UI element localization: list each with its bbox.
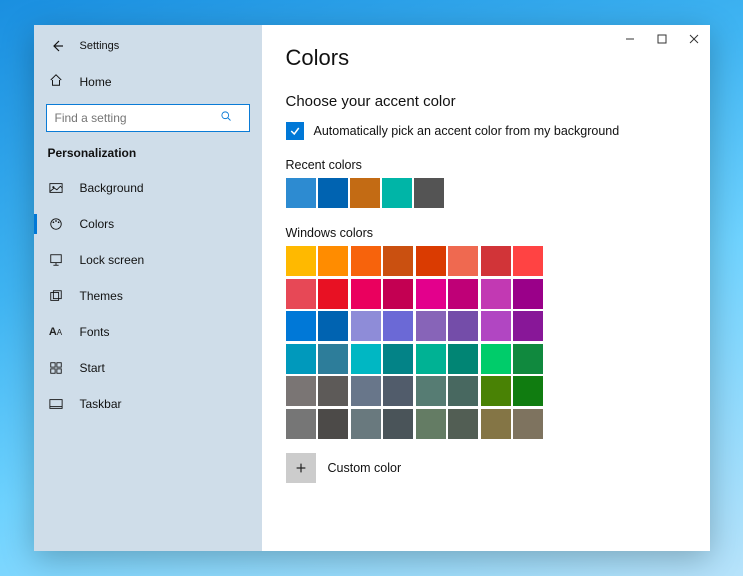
sidebar-item-label: Themes [80, 289, 123, 303]
lock-screen-icon [48, 252, 64, 268]
main-panel: Colors Choose your accent color Automati… [262, 25, 710, 551]
color-swatch[interactable] [448, 376, 478, 406]
color-swatch[interactable] [513, 344, 543, 374]
picture-icon [48, 180, 64, 196]
sidebar-item-start[interactable]: Start [34, 350, 262, 386]
color-swatch[interactable] [448, 246, 478, 276]
sidebar-item-label: Colors [80, 217, 115, 231]
start-icon [48, 360, 64, 376]
color-swatch[interactable] [351, 246, 381, 276]
color-swatch[interactable] [351, 311, 381, 341]
color-swatch[interactable] [481, 311, 511, 341]
sidebar-item-colors[interactable]: Colors [34, 206, 262, 242]
minimize-button[interactable] [614, 25, 646, 53]
color-swatch[interactable] [414, 178, 444, 208]
color-swatch[interactable] [416, 246, 446, 276]
sidebar-item-label: Lock screen [80, 253, 145, 267]
color-swatch[interactable] [481, 409, 511, 439]
color-swatch[interactable] [286, 376, 316, 406]
custom-color-label: Custom color [328, 461, 402, 475]
color-swatch[interactable] [481, 344, 511, 374]
color-swatch[interactable] [416, 409, 446, 439]
sidebar-item-fonts[interactable]: AA Fonts [34, 314, 262, 350]
custom-color-button[interactable] [286, 453, 316, 483]
color-swatch[interactable] [383, 311, 413, 341]
color-swatch[interactable] [383, 246, 413, 276]
fonts-icon: AA [48, 324, 64, 340]
color-swatch[interactable] [383, 376, 413, 406]
color-swatch[interactable] [416, 279, 446, 309]
accent-header: Choose your accent color [286, 93, 690, 110]
color-swatch[interactable] [448, 279, 478, 309]
auto-pick-label: Automatically pick an accent color from … [314, 124, 620, 138]
window-controls [614, 25, 710, 53]
color-swatch[interactable] [416, 376, 446, 406]
color-swatch[interactable] [286, 344, 316, 374]
color-swatch[interactable] [382, 178, 412, 208]
color-swatch[interactable] [318, 246, 348, 276]
window-title: Settings [80, 40, 120, 52]
sidebar-item-label: Background [80, 181, 144, 195]
color-swatch[interactable] [416, 344, 446, 374]
sidebar-item-label: Start [80, 361, 105, 375]
recent-colors-label: Recent colors [286, 158, 690, 172]
settings-window: Settings Home Personalization Background [34, 25, 710, 551]
color-swatch[interactable] [448, 409, 478, 439]
sidebar: Settings Home Personalization Background [34, 25, 262, 551]
windows-colors-label: Windows colors [286, 226, 690, 240]
color-swatch[interactable] [513, 246, 543, 276]
color-swatch[interactable] [351, 409, 381, 439]
search-input[interactable] [46, 104, 250, 132]
color-swatch[interactable] [318, 376, 348, 406]
color-swatch[interactable] [318, 178, 348, 208]
color-swatch[interactable] [318, 344, 348, 374]
auto-pick-row[interactable]: Automatically pick an accent color from … [286, 122, 690, 140]
color-swatch[interactable] [318, 409, 348, 439]
maximize-button[interactable] [646, 25, 678, 53]
color-swatch[interactable] [351, 376, 381, 406]
color-swatch[interactable] [383, 279, 413, 309]
color-swatch[interactable] [513, 279, 543, 309]
sidebar-item-lock-screen[interactable]: Lock screen [34, 242, 262, 278]
color-swatch[interactable] [286, 409, 316, 439]
sidebar-item-taskbar[interactable]: Taskbar [34, 386, 262, 422]
color-swatch[interactable] [481, 246, 511, 276]
color-swatch[interactable] [448, 311, 478, 341]
color-swatch[interactable] [513, 311, 543, 341]
color-swatch[interactable] [318, 311, 348, 341]
color-swatch[interactable] [286, 178, 316, 208]
color-swatch[interactable] [286, 246, 316, 276]
color-swatch[interactable] [481, 279, 511, 309]
windows-colors-grid [286, 246, 690, 439]
taskbar-icon [48, 396, 64, 412]
close-button[interactable] [678, 25, 710, 53]
color-swatch[interactable] [416, 311, 446, 341]
color-swatch[interactable] [383, 409, 413, 439]
sidebar-nav: Background Colors Lock screen Themes AA … [34, 170, 262, 422]
color-swatch[interactable] [351, 344, 381, 374]
sidebar-category: Personalization [34, 142, 262, 170]
sidebar-item-background[interactable]: Background [34, 170, 262, 206]
color-swatch[interactable] [448, 344, 478, 374]
themes-icon [48, 288, 64, 304]
sidebar-home-label: Home [80, 75, 112, 89]
sidebar-item-label: Fonts [80, 325, 110, 339]
color-swatch[interactable] [383, 344, 413, 374]
palette-icon [48, 216, 64, 232]
color-swatch[interactable] [318, 279, 348, 309]
recent-colors-row [286, 178, 690, 208]
color-swatch[interactable] [286, 311, 316, 341]
home-icon [48, 73, 64, 90]
color-swatch[interactable] [351, 279, 381, 309]
sidebar-item-label: Taskbar [80, 397, 122, 411]
back-button[interactable] [48, 37, 66, 55]
color-swatch[interactable] [350, 178, 380, 208]
sidebar-home[interactable]: Home [34, 65, 262, 98]
sidebar-item-themes[interactable]: Themes [34, 278, 262, 314]
auto-pick-checkbox[interactable] [286, 122, 304, 140]
color-swatch[interactable] [286, 279, 316, 309]
color-swatch[interactable] [481, 376, 511, 406]
color-swatch[interactable] [513, 409, 543, 439]
color-swatch[interactable] [513, 376, 543, 406]
